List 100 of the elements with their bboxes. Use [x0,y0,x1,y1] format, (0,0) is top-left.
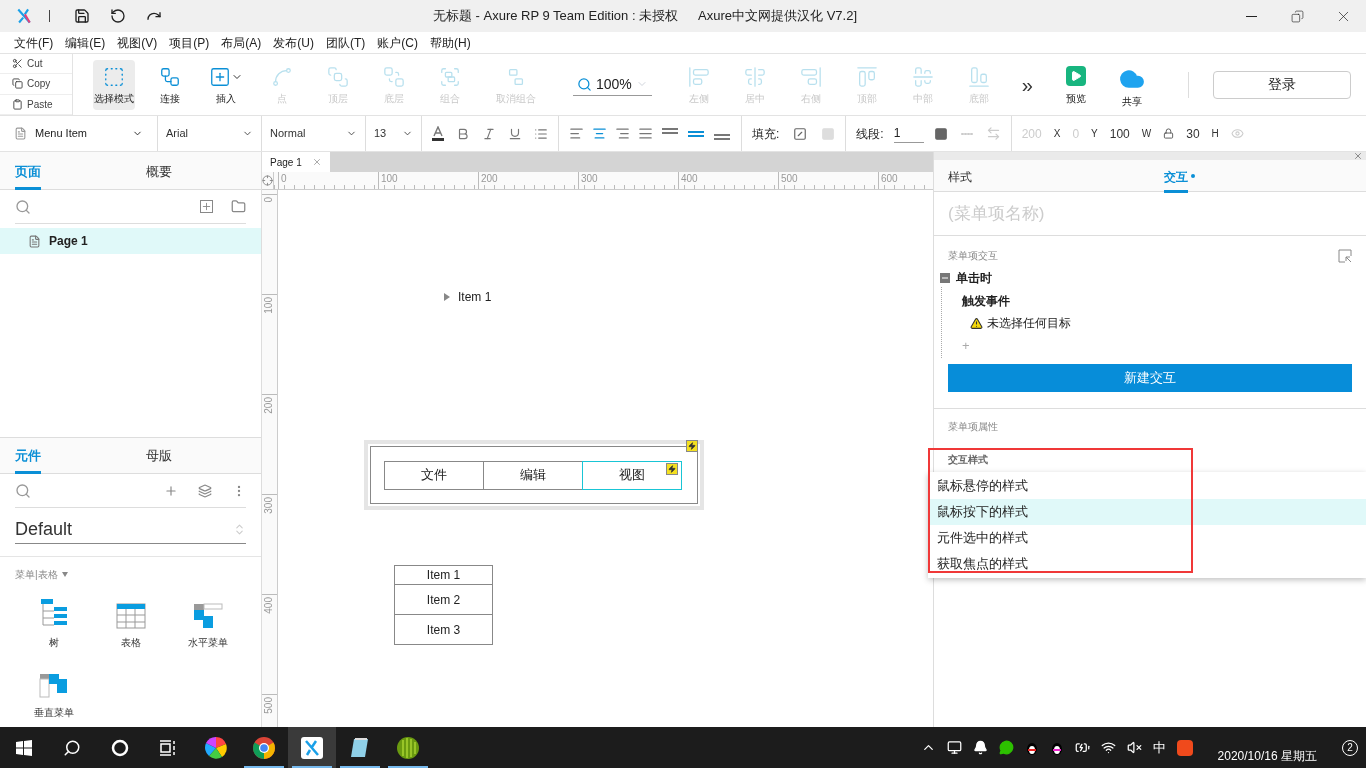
library-icon[interactable] [198,483,212,498]
menu-item[interactable]: 视图(V) [111,33,164,52]
align-icon[interactable] [615,126,630,141]
library-dropdown[interactable]: Default [15,516,246,544]
widget-item[interactable]: 树 [15,590,92,650]
line-color-icon[interactable] [933,126,948,141]
wifi-icon[interactable] [1100,740,1116,755]
size-dropdown[interactable]: 13 [366,116,422,151]
close-icon[interactable] [1353,151,1363,161]
panel-tab[interactable]: 页面 [0,152,131,189]
bold-icon[interactable] [456,126,470,141]
menu-item[interactable]: Item 3 [394,614,493,645]
align-icon[interactable] [569,126,584,141]
menu-option[interactable]: 获取焦点的样式 [928,551,1366,577]
menu-item[interactable]: Item 2 [394,584,493,615]
no-fill-icon[interactable] [793,126,808,141]
ruler-label: 300 [578,172,678,189]
notepad-icon [349,736,371,759]
panel-tab[interactable]: 母版 [130,438,261,473]
toolbar-button[interactable]: 预览 [1054,59,1097,110]
weight-dropdown[interactable]: Normal [262,116,366,151]
taskbar-app[interactable] [288,727,336,768]
lock-icon[interactable] [1163,128,1175,139]
menu-item[interactable]: 账户(C) [371,33,424,52]
menu-item[interactable]: 视图 [582,460,682,490]
menu-item[interactable]: Item 1 [394,565,493,585]
search-icon[interactable] [15,198,31,215]
line-label: 线段: [856,125,884,143]
menu-widget-icon [192,603,223,629]
close-icon[interactable] [311,157,322,167]
underline-icon[interactable] [508,126,522,141]
page-icon [28,234,41,248]
toolbar-button[interactable]: 连接 [149,59,191,110]
menu-item[interactable]: 编辑(E) [59,33,112,52]
search-icon[interactable] [15,482,31,499]
ruler-label: 300 [264,497,274,514]
geometry-value[interactable]: 30 [1186,124,1200,143]
fill-label: 填充: [752,125,780,143]
menu-option[interactable]: 元件选中的样式 [928,525,1366,551]
top-icon [855,65,878,88]
battery-icon[interactable] [1074,740,1090,755]
cut-button[interactable]: Cut [0,54,72,75]
page-item[interactable]: Page 1 [0,228,261,254]
toolbar-button[interactable]: 插入 [205,59,247,110]
style-dropdown[interactable]: Menu Item [0,116,158,151]
category-header[interactable]: 菜单|表格 [15,567,68,582]
widget-item[interactable]: 表格 [92,590,169,650]
play-icon [1065,65,1086,86]
chat-icon[interactable] [998,740,1014,755]
grass-icon [396,735,420,760]
inspector-tab[interactable]: 交互 [1150,160,1366,191]
more-button[interactable]: » [1021,69,1033,100]
menu-item[interactable]: 发布(U) [267,33,320,52]
line-width-field[interactable]: 1 [893,124,924,143]
mute-icon[interactable] [1126,740,1142,755]
bell-icon[interactable] [972,740,988,755]
event-header[interactable]: 单击时 [934,269,992,287]
ime-indicator[interactable]: 中 [1152,737,1166,758]
ruler-label: 500 [264,697,274,714]
toolbar-button[interactable]: 选择模式 [93,59,135,110]
italic-icon[interactable] [482,126,496,141]
save-icon[interactable] [74,8,90,24]
menu-item[interactable]: 团队(T) [320,33,372,52]
menu-item[interactable]: 帮助(H) [424,33,477,52]
horizontal-menu-widget[interactable]: 文件 编辑 视图 [364,440,704,510]
geometry-value[interactable]: 100 [1109,124,1130,143]
menu-item[interactable]: 文件 [384,460,484,490]
menu-item[interactable]: 项目(P) [163,33,216,52]
menu-item[interactable]: 布局(A) [215,33,268,52]
clock-date[interactable]: 2020/10/16 星期五 [1217,746,1317,765]
page-tab[interactable]: Page 1 [262,152,330,172]
folder-icon[interactable] [231,199,246,214]
align-icon[interactable] [592,126,607,141]
widget-item[interactable]: 水平菜单 [169,590,246,650]
panel-tab[interactable]: 概要 [130,152,261,189]
font-dropdown[interactable]: Arial [158,116,262,151]
add-page-icon[interactable] [200,200,213,213]
align-icon[interactable] [638,126,653,141]
section-title: 交互样式 [948,453,988,465]
login-button[interactable]: 登录 [1213,70,1351,99]
menu-item[interactable]: 编辑 [483,460,583,490]
menu-option[interactable]: 鼠标按下的样式 [928,499,1366,525]
toolbar-button[interactable]: 共享 [1110,59,1153,110]
zoom-dropdown[interactable]: 100% [573,73,652,96]
new-interaction-button[interactable]: 新建交互 [948,363,1352,392]
menu-option[interactable]: 鼠标悬停的样式 [928,473,1366,499]
caret-icon [61,572,68,577]
copy-button[interactable]: Copy [0,74,72,95]
widget-item[interactable]: 垂直菜单 [15,660,92,720]
text-color-icon[interactable] [432,126,444,141]
select-icon [103,65,125,88]
tree-node[interactable]: Item 1 [444,288,492,306]
monitor-icon[interactable] [946,740,962,755]
collapse-icon[interactable] [1338,248,1352,263]
sogou-icon[interactable] [1176,739,1193,756]
list-icon[interactable] [534,126,548,141]
paste-button[interactable]: Paste [0,94,72,115]
search-icon [63,738,81,757]
menu-item[interactable]: 文件(F) [8,33,60,52]
undo-icon[interactable] [110,8,126,24]
